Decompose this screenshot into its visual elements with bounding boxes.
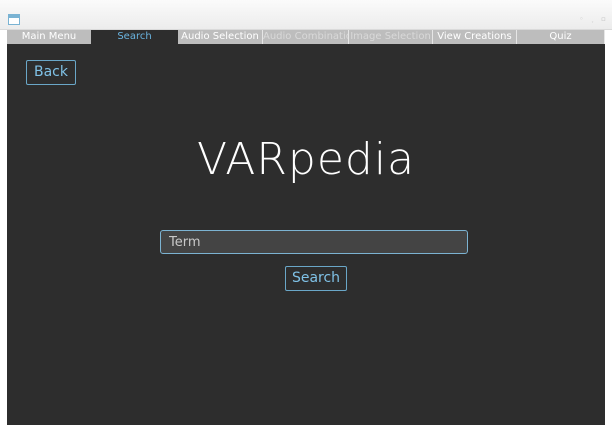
app-window: ◦ ˯ ▫ Main Menu Search Audio Selection A…: [0, 0, 612, 425]
tab-view-creations[interactable]: View Creations: [433, 30, 516, 44]
tab-audio-combination: Audio Combination: [263, 30, 348, 44]
tab-image-selection: Image Selection: [349, 30, 432, 44]
tab-bar: Main Menu Search Audio Selection Audio C…: [7, 30, 605, 44]
app-window-icon: [8, 14, 20, 25]
minimize-icon[interactable]: ˯: [588, 15, 597, 24]
window-controls: ◦ ˯ ▫: [577, 15, 608, 24]
search-button[interactable]: Search: [285, 266, 347, 291]
tab-quiz[interactable]: Quiz: [517, 30, 604, 44]
tab-search[interactable]: Search: [91, 30, 178, 44]
search-page: Back VARpedia Search: [7, 44, 605, 425]
maximize-icon[interactable]: ▫: [599, 15, 608, 24]
term-input[interactable]: [160, 230, 468, 254]
back-button[interactable]: Back: [26, 60, 76, 85]
tab-audio-selection[interactable]: Audio Selection: [178, 30, 262, 44]
app-title: VARpedia: [196, 134, 416, 185]
shade-icon[interactable]: ◦: [577, 15, 586, 24]
title-bar: ◦ ˯ ▫: [0, 0, 612, 30]
tab-main-menu[interactable]: Main Menu: [7, 30, 91, 44]
